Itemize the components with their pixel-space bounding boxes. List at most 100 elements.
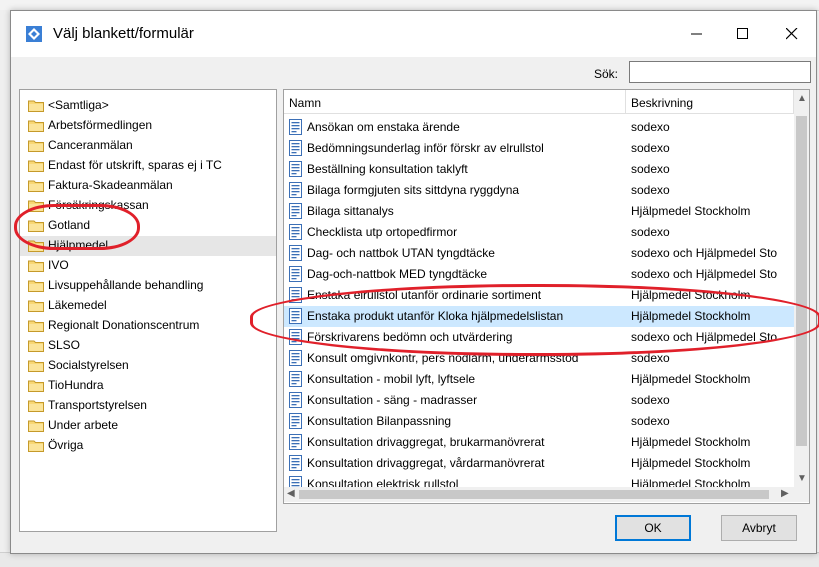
horizontal-scrollbar[interactable]: ◀ ▶ (284, 487, 794, 502)
close-icon (786, 28, 798, 40)
table-row[interactable]: Enstaka elrullstol utanför ordinarie sor… (284, 285, 794, 306)
maximize-button[interactable] (720, 11, 766, 57)
folder-item[interactable]: Regionalt Donationscentrum (20, 316, 276, 336)
scroll-down-icon[interactable]: ▼ (797, 473, 807, 484)
table-row[interactable]: Förskrivarens bedömn och utvärdering sode… (284, 327, 794, 348)
table-row[interactable]: Konsultation - mobil lyft, lyftsele Hjälp… (284, 369, 794, 390)
column-header-description[interactable]: Beskrivning (626, 90, 794, 114)
title-bar: Välj blankett/formulär (11, 11, 816, 57)
folder-item[interactable]: SLSO (20, 336, 276, 356)
folder-item[interactable]: Livsuppehållande behandling (20, 276, 276, 296)
close-button[interactable] (769, 11, 815, 57)
folder-label: SLSO (48, 338, 81, 352)
folder-icon (28, 360, 44, 372)
folder-label: TioHundra (48, 378, 104, 392)
folder-icon (28, 340, 44, 352)
folder-icon (28, 100, 44, 112)
form-document-icon (289, 182, 302, 198)
table-row[interactable]: Konsultation Bilanpassning sodexo (284, 411, 794, 432)
dialog-window: Välj blankett/formulär Sök: <Samtliga> Ar… (10, 10, 817, 554)
folder-icon (28, 400, 44, 412)
row-name: Konsultation - säng - madrasser (307, 393, 478, 407)
folder-item[interactable]: Canceranmälan (20, 136, 276, 156)
table-row[interactable]: Bilaga sittanalys Hjälpmedel Stockholm (284, 201, 794, 222)
column-header-name-label: Namn (289, 96, 322, 110)
table-row[interactable]: Enstaka produkt utanför Kloka hjälpmedel… (284, 306, 794, 327)
form-document-icon (289, 287, 302, 303)
search-input[interactable] (629, 61, 811, 83)
folder-item[interactable]: Faktura-Skadeanmälan (20, 176, 276, 196)
vertical-scrollbar[interactable]: ▲ ▼ (794, 90, 809, 487)
table-row[interactable]: Konsultation drivaggregat, brukarmanövre… (284, 432, 794, 453)
horizontal-scroll-thumb[interactable] (299, 490, 769, 499)
row-description: Hjälpmedel Stockholm (631, 204, 751, 218)
table-row[interactable]: Konsultation - säng - madrasser sodexo (284, 390, 794, 411)
scrollbar-corner (794, 487, 809, 502)
table-row[interactable]: Bilaga formgjuten sits sittdyna ryggdyna… (284, 180, 794, 201)
table-row[interactable]: Konsultation drivaggregat, vårdarmanövre… (284, 453, 794, 474)
scroll-right-icon[interactable]: ▶ (781, 488, 789, 499)
row-description: Hjälpmedel Stockholm (631, 309, 751, 323)
vertical-scroll-thumb[interactable] (796, 116, 807, 446)
folder-label: Arbetsförmedlingen (48, 118, 153, 132)
form-document-icon (289, 434, 302, 450)
dialog-title: Välj blankett/formulär (53, 25, 194, 42)
row-description: sodexo (631, 120, 670, 134)
ok-button[interactable]: OK (615, 515, 691, 541)
row-description: sodexo (631, 141, 670, 155)
search-label: Sök: (594, 67, 619, 81)
folder-item[interactable]: Arbetsförmedlingen (20, 116, 276, 136)
folder-item[interactable]: Gotland (20, 216, 276, 236)
folder-item[interactable]: IVO (20, 256, 276, 276)
folder-icon (28, 220, 44, 232)
table-row[interactable]: Bedömningsunderlag inför förskr av elrul… (284, 138, 794, 159)
row-description: sodexo (631, 225, 670, 239)
minimize-button[interactable] (674, 11, 720, 57)
table-row[interactable]: Konsult omgivnkontr, pers nödlarm, under… (284, 348, 794, 369)
row-description: Hjälpmedel Stockholm (631, 288, 751, 302)
folder-item[interactable]: Övriga (20, 436, 276, 456)
row-name: Konsultation drivaggregat, brukarmanövre… (307, 435, 545, 449)
column-header-name[interactable]: Namn (284, 90, 626, 114)
folder-icon (28, 420, 44, 432)
folder-item[interactable]: TioHundra (20, 376, 276, 396)
row-name: Enstaka produkt utanför Kloka hjälpmedel… (307, 309, 564, 323)
cancel-button[interactable]: Avbryt (721, 515, 797, 541)
table-row[interactable]: Checklista utp ortopedfirmor sodexo (284, 222, 794, 243)
folder-item[interactable]: Socialstyrelsen (20, 356, 276, 376)
table-row[interactable]: Dag-och-nattbok MED tyngdtäcke sodexo och… (284, 264, 794, 285)
scroll-up-icon[interactable]: ▲ (797, 93, 807, 104)
form-document-icon (289, 245, 302, 261)
folder-item[interactable]: Endast för utskrift, sparas ej i TC (20, 156, 276, 176)
form-document-icon (289, 266, 302, 282)
row-name: Bilaga sittanalys (307, 204, 394, 218)
folder-icon (28, 440, 44, 452)
row-name: Enstaka elrullstol utanför ordinarie sor… (307, 288, 542, 302)
app-icon (26, 26, 42, 42)
folder-item[interactable]: <Samtliga> (20, 96, 276, 116)
folder-label: Hjälpmedel (48, 238, 109, 252)
form-document-icon (289, 140, 302, 156)
form-document-icon (289, 119, 302, 135)
row-name: Checklista utp ortopedfirmor (307, 225, 458, 239)
column-header-description-label: Beskrivning (631, 96, 694, 110)
folder-icon (28, 320, 44, 332)
row-description: Hjälpmedel Stockholm (631, 456, 751, 470)
background-app-statusbar (0, 552, 819, 567)
form-document-icon (289, 371, 302, 387)
folder-item[interactable]: Under arbete (20, 416, 276, 436)
row-name: Förskrivarens bedömn och utvärdering (307, 330, 513, 344)
folder-item[interactable]: Transportstyrelsen (20, 396, 276, 416)
row-description: sodexo (631, 183, 670, 197)
table-row[interactable]: Dag- och nattbok UTAN tyngdtäcke sodexo o… (284, 243, 794, 264)
scroll-left-icon[interactable]: ◀ (287, 488, 295, 499)
table-row[interactable]: Ansökan om enstaka ärende sodexo (284, 117, 794, 138)
folder-item[interactable]: Försäkringskassan (20, 196, 276, 216)
folder-label: Försäkringskassan (48, 198, 149, 212)
table-row[interactable]: Beställning konsultation taklyft sodexo (284, 159, 794, 180)
form-document-icon (289, 350, 302, 366)
row-description: sodexo (631, 351, 670, 365)
minimize-icon (691, 33, 702, 35)
folder-item[interactable]: Läkemedel (20, 296, 276, 316)
folder-item[interactable]: Hjälpmedel (20, 236, 276, 256)
